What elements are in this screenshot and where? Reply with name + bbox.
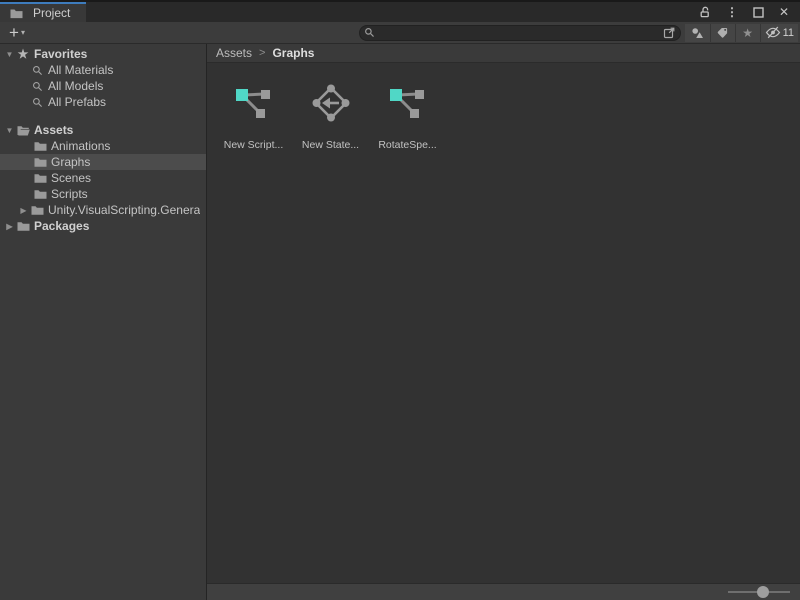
window-controls: ⋮ ✕ [699,2,800,22]
close-icon[interactable]: ✕ [779,6,789,18]
expander-right-icon[interactable]: ▶ [3,222,16,231]
sidebar-item-visual-scripting[interactable]: ▶ Unity.VisualScripting.Genera [0,202,206,218]
chevron-down-icon: ▾ [21,28,25,37]
status-bar [207,583,800,600]
asset-grid[interactable]: New Script... New S [207,63,800,583]
search-input[interactable] [375,26,663,39]
zoom-slider-knob[interactable] [757,586,769,598]
asset-label: New Script... [224,139,284,151]
open-search-window-icon[interactable] [663,26,676,39]
unlock-icon[interactable] [699,6,711,18]
breadcrumb-assets[interactable]: Assets [216,46,252,60]
breadcrumb-separator-icon: > [259,47,265,59]
folder-open-icon [16,125,30,136]
save-search-button[interactable]: ★ [735,24,760,42]
star-icon: ★ [16,48,30,60]
sidebar-item-scenes[interactable]: Scenes [0,170,206,186]
sidebar-item-scripts[interactable]: Scripts [0,186,206,202]
state-graph-icon [311,83,351,123]
folder-icon [16,221,30,232]
asset-pane: Assets > Graphs New Script. [207,44,800,600]
folder-icon [30,205,44,216]
folder-icon [33,173,47,184]
project-toolbar: + ▾ ★ 11 [0,22,800,44]
sidebar-item-all-materials[interactable]: All Materials [0,62,206,78]
sidebar-item-graphs[interactable]: Graphs [0,154,206,170]
search-filter-buttons: ★ 11 [685,24,798,42]
folder-icon [33,189,47,200]
tree-spacer [0,110,206,122]
asset-label: New State... [302,139,359,151]
search-icon [30,97,44,108]
plus-icon: + [9,24,19,42]
folder-tree: ▼ ★ Favorites All Materials All Models [0,44,207,600]
search-by-label-button[interactable] [710,24,735,42]
sidebar-item-animations[interactable]: Animations [0,138,206,154]
search-icon [30,65,44,76]
folder-icon [33,141,47,152]
asset-label: RotateSpe... [378,139,436,151]
star-icon: ★ [742,27,753,39]
script-graph-icon [388,83,428,123]
hidden-count: 11 [783,27,794,39]
project-body: ▼ ★ Favorites All Materials All Models [0,44,800,600]
maximize-icon[interactable] [753,7,764,18]
create-asset-button[interactable]: + ▾ [2,22,32,43]
breadcrumb: Assets > Graphs [207,44,800,63]
sidebar-item-assets[interactable]: ▼ Assets [0,122,206,138]
tab-label: Project [33,6,70,20]
zoom-slider[interactable] [728,586,790,598]
asset-new-state-graph[interactable]: New State... [292,83,369,151]
sidebar-item-all-prefabs[interactable]: All Prefabs [0,94,206,110]
expander-down-icon[interactable]: ▼ [3,50,16,59]
hidden-packages-button[interactable]: 11 [760,24,798,42]
folder-icon [33,157,47,168]
script-graph-icon [234,83,274,123]
breadcrumb-graphs[interactable]: Graphs [272,46,314,60]
search-field[interactable] [359,25,681,41]
search-icon [30,81,44,92]
asset-rotate-speed-graph[interactable]: RotateSpe... [369,83,446,151]
folder-icon [9,8,23,19]
tab-project[interactable]: Project [0,2,86,22]
panel-menu-icon[interactable]: ⋮ [726,6,738,18]
sidebar-item-packages[interactable]: ▶ Packages [0,218,206,234]
expander-right-icon[interactable]: ▶ [17,206,30,215]
expander-down-icon[interactable]: ▼ [3,126,16,135]
search-by-type-button[interactable] [685,24,710,42]
search-icon [364,27,375,38]
project-window: Project ⋮ ✕ + ▾ [0,0,800,600]
tab-strip: Project ⋮ ✕ [0,0,800,22]
asset-new-script-graph[interactable]: New Script... [215,83,292,151]
sidebar-item-favorites[interactable]: ▼ ★ Favorites [0,46,206,62]
sidebar-item-all-models[interactable]: All Models [0,78,206,94]
